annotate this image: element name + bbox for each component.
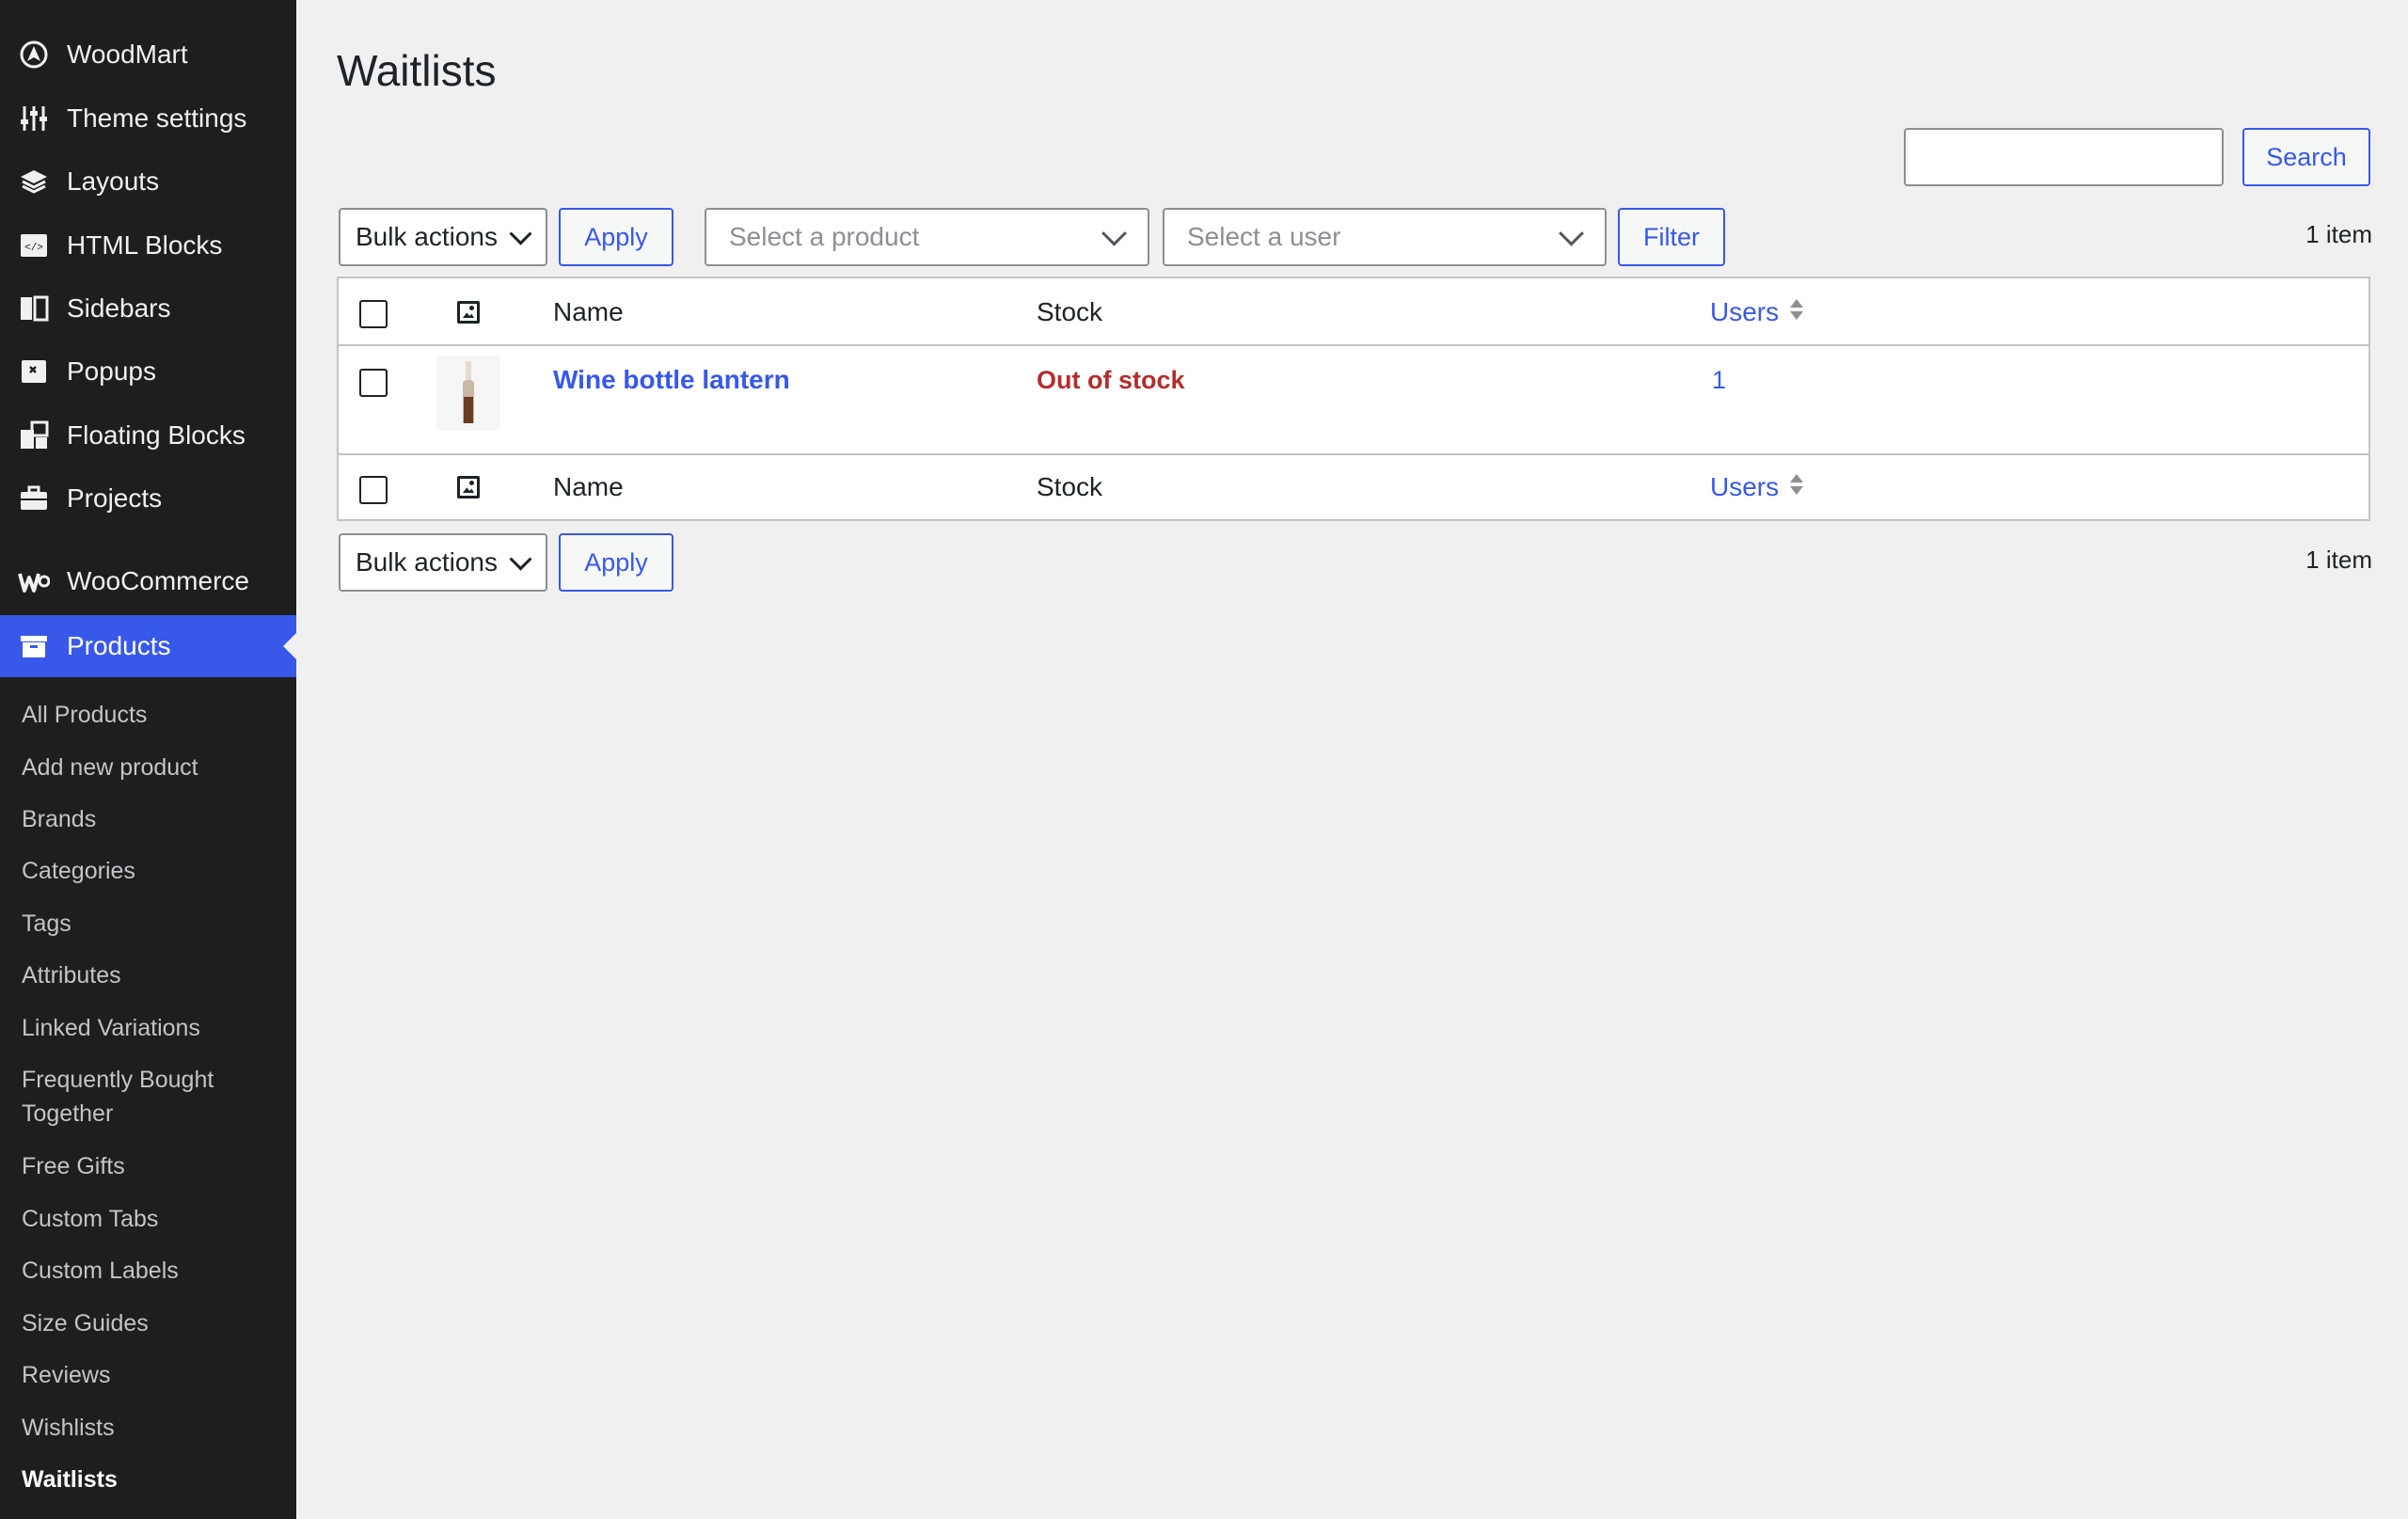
page-title: Waitlists xyxy=(337,46,497,95)
chevron-down-icon xyxy=(1101,220,1127,246)
menu-item-label: Products xyxy=(67,631,171,660)
menu-item-label: Theme settings xyxy=(67,103,247,133)
search-input[interactable] xyxy=(1904,128,2224,186)
select-all-checkbox[interactable] xyxy=(359,300,388,328)
bulk-actions-label: Bulk actions xyxy=(356,222,498,251)
menu-item-label: HTML Blocks xyxy=(67,230,223,260)
chevron-down-icon xyxy=(509,222,532,245)
submenu-custom-labels[interactable]: Custom Labels xyxy=(22,1254,179,1288)
filter-button[interactable]: Filter xyxy=(1618,208,1725,266)
admin-sidebar: WoodMart Theme settings Layouts </> HTML… xyxy=(0,0,296,1519)
row-checkbox[interactable] xyxy=(359,369,388,397)
menu-item-label: Sidebars xyxy=(67,293,171,323)
submenu-custom-tabs[interactable]: Custom Tabs xyxy=(22,1202,158,1236)
submenu-frequently-bought-together[interactable]: Together xyxy=(22,1097,113,1131)
search-button[interactable]: Search xyxy=(2242,128,2370,186)
items-count-top: 1 item xyxy=(2305,220,2372,248)
users-count-link[interactable]: 1 xyxy=(1712,366,1726,395)
column-footer-name: Name xyxy=(553,472,624,501)
user-select[interactable]: Select a user xyxy=(1163,208,1607,266)
column-footer-users[interactable]: Users xyxy=(1710,472,1779,502)
menu-item-html-blocks[interactable]: </> HTML Blocks xyxy=(0,217,296,274)
product-name-link[interactable]: Wine bottle lantern xyxy=(553,365,790,395)
woodmart-logo-icon xyxy=(17,38,51,71)
submenu-reviews[interactable]: Reviews xyxy=(22,1358,110,1392)
product-select-placeholder: Select a product xyxy=(729,222,920,251)
svg-text:</>: </> xyxy=(24,243,43,254)
column-header-stock: Stock xyxy=(1037,297,1103,326)
column-header-name: Name xyxy=(553,297,624,326)
menu-item-layouts[interactable]: Layouts xyxy=(0,153,296,210)
layers-icon xyxy=(17,165,51,198)
bulk-actions-label: Bulk actions xyxy=(356,547,498,577)
column-footer-stock: Stock xyxy=(1037,472,1103,501)
menu-item-label: Floating Blocks xyxy=(67,420,246,450)
apply-button-bottom[interactable]: Apply xyxy=(559,533,673,592)
submenu-brands[interactable]: Brands xyxy=(22,802,96,836)
user-select-placeholder: Select a user xyxy=(1187,222,1341,251)
sort-icon[interactable] xyxy=(1790,299,1803,320)
menu-item-label: Projects xyxy=(67,483,163,513)
product-thumbnail[interactable] xyxy=(436,356,500,431)
chevron-down-icon xyxy=(509,547,532,571)
menu-item-floating-blocks[interactable]: Floating Blocks xyxy=(0,407,296,464)
select-all-checkbox-footer[interactable] xyxy=(359,476,388,504)
items-count-bottom: 1 item xyxy=(2305,546,2372,574)
menu-item-label: WoodMart xyxy=(67,40,188,69)
floating-blocks-icon xyxy=(17,419,51,452)
menu-item-popups[interactable]: Popups xyxy=(0,343,296,400)
menu-item-woocommerce[interactable]: WooCommerce xyxy=(0,553,296,609)
submenu-size-guides[interactable]: Size Guides xyxy=(22,1306,149,1340)
waitlists-table: Name Stock Users Wine bottle lantern Out… xyxy=(337,277,2370,521)
menu-item-sidebars[interactable]: Sidebars xyxy=(0,280,296,337)
code-block-icon: </> xyxy=(17,229,51,262)
submenu-categories[interactable]: Categories xyxy=(22,854,135,888)
submenu-frequently-bought[interactable]: Frequently Bought xyxy=(22,1063,214,1097)
column-header-users[interactable]: Users xyxy=(1710,297,1779,327)
sidebar-icon xyxy=(17,292,51,325)
image-icon xyxy=(457,301,480,324)
sort-icon[interactable] xyxy=(1790,474,1803,495)
submenu-attributes[interactable]: Attributes xyxy=(22,958,121,992)
row-divider xyxy=(339,453,2368,455)
image-icon xyxy=(457,476,480,498)
menu-item-label: Popups xyxy=(67,356,156,386)
wine-bottle-image xyxy=(463,361,474,423)
menu-item-label: Layouts xyxy=(67,166,160,196)
menu-item-projects[interactable]: Projects xyxy=(0,470,296,527)
menu-item-theme-settings[interactable]: Theme settings xyxy=(0,90,296,147)
briefcase-icon xyxy=(17,482,51,515)
bulk-actions-select-top[interactable]: Bulk actions xyxy=(339,208,547,266)
submenu-tags[interactable]: Tags xyxy=(22,907,71,941)
row-divider xyxy=(339,344,2368,346)
archive-icon xyxy=(17,629,51,663)
submenu-all-products[interactable]: All Products xyxy=(22,698,147,732)
submenu-linked-variations[interactable]: Linked Variations xyxy=(22,1011,200,1045)
menu-item-woodmart[interactable]: WoodMart xyxy=(0,26,296,83)
submenu-waitlists[interactable]: Waitlists xyxy=(22,1463,118,1496)
sliders-icon xyxy=(17,102,51,135)
submenu-wishlists[interactable]: Wishlists xyxy=(22,1411,115,1445)
stock-status: Out of stock xyxy=(1037,366,1185,394)
popup-icon xyxy=(17,355,51,388)
submenu-free-gifts[interactable]: Free Gifts xyxy=(22,1149,125,1183)
chevron-down-icon xyxy=(1559,220,1584,246)
woocommerce-icon xyxy=(17,564,51,598)
apply-button-top[interactable]: Apply xyxy=(559,208,673,266)
submenu-add-new-product[interactable]: Add new product xyxy=(22,751,198,784)
bulk-actions-select-bottom[interactable]: Bulk actions xyxy=(339,533,547,592)
product-select[interactable]: Select a product xyxy=(705,208,1149,266)
menu-item-products[interactable]: Products xyxy=(0,615,296,677)
menu-item-label: WooCommerce xyxy=(67,566,249,595)
